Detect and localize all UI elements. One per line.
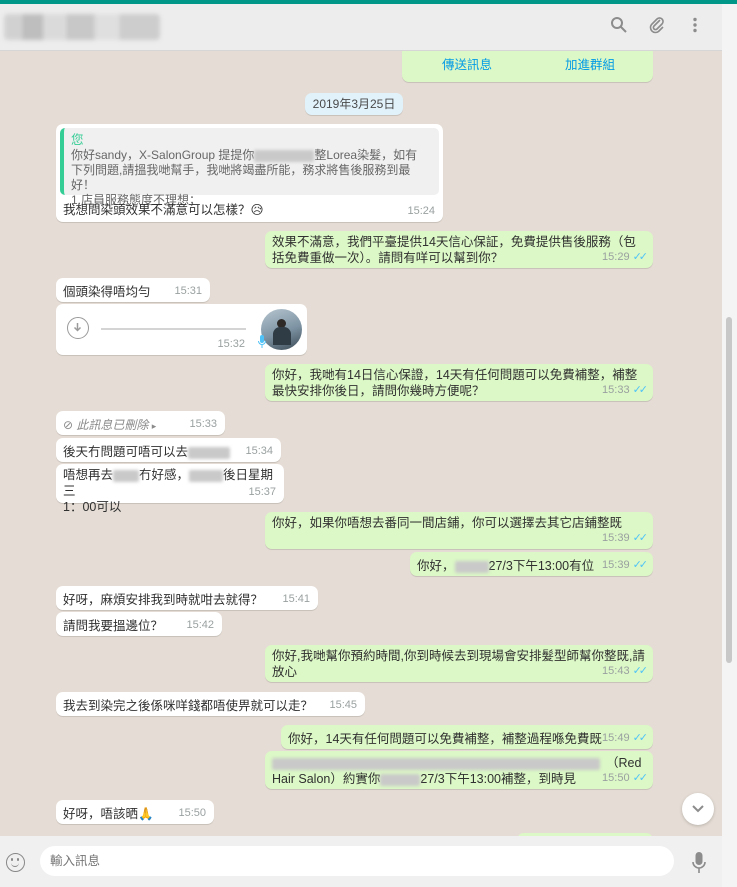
message-text: 此訊息已刪除 xyxy=(76,418,149,432)
microphone-icon[interactable] xyxy=(692,852,706,874)
read-ticks-icon: ✓✓ xyxy=(632,384,649,396)
outgoing-message[interactable]: 你好，如果你唔想去番同一間店鋪，你可以選擇去其它店鋪整既 15:39 ✓✓ xyxy=(265,512,653,549)
message-time: 15:50 xyxy=(178,807,206,819)
incoming-message[interactable]: 好呀，麻煩安排我到時就咁去就得？ 15:41 xyxy=(56,586,318,610)
message-text: 你好,我哋幫你預約時間,你到時候去到現場會安排髮型師幫你整既,請放心 xyxy=(272,649,645,679)
outgoing-message[interactable]: 你好，我哋有14日信心保證，14天有任何問題可以免費補整，補整最快安排你後日，請… xyxy=(265,364,653,401)
read-ticks-icon: ✓✓ xyxy=(632,251,649,263)
message-time: 15:34 xyxy=(245,445,273,457)
message-time: 15:33 xyxy=(602,384,630,396)
message-time: 15:41 xyxy=(282,593,310,605)
scrollbar[interactable] xyxy=(722,4,737,887)
message-text: 後天冇問題可唔可以去 xyxy=(63,444,273,460)
date-divider: 2019年3月25日 xyxy=(305,93,403,115)
message-text: 唔想再去 冇好感， 後日星期三 1：00可以 xyxy=(63,468,274,514)
message-time: 15:31 xyxy=(174,285,202,297)
incoming-message[interactable]: 好呀，唔該晒🙏 15:50 xyxy=(56,800,214,824)
message-time: 15:32 xyxy=(217,338,245,350)
emoji-icon[interactable] xyxy=(6,853,25,872)
voice-message[interactable]: 15:32 xyxy=(56,304,307,355)
message-text: 效果不滿意，我們平臺提供14天信心保証，免費提供售後服務（包括免費重做一次）。請… xyxy=(272,235,636,265)
incoming-message[interactable]: 個頭染得唔均勻 15:31 xyxy=(56,278,210,302)
message-time: 15:24 xyxy=(407,205,435,217)
paperclip-icon[interactable] xyxy=(646,16,668,38)
outgoing-message[interactable]: 你好,我哋幫你預約時間,你到時候去到現場會安排髮型師幫你整既,請放心 15:43… xyxy=(265,645,653,682)
message-time: 15:29 xyxy=(602,251,630,263)
message-text: 你好，如果你唔想去番同一間店鋪，你可以選擇去其它店鋪整既 xyxy=(272,516,623,530)
incoming-message[interactable]: 請問我要搵邊位？ 15:42 xyxy=(56,612,222,636)
chevron-icon: ▸ xyxy=(151,421,157,431)
message-list[interactable]: 傳送訊息 加進群組 2019年3月25日 您 你好sandy，X-SalonGr… xyxy=(0,51,722,836)
outgoing-message[interactable]: 你好，14天有任何問題可以免費補整，補整過程喺免費既 15:49 ✓✓ xyxy=(281,725,653,749)
message-time: 15:42 xyxy=(186,619,214,631)
download-icon[interactable] xyxy=(67,317,89,339)
outgoing-message[interactable]: （Red Hair Salon）約實你 27/3下午13:00補整，到時見 15:… xyxy=(265,751,653,789)
message-time: 15:37 xyxy=(248,486,276,498)
message-time: 15:39 xyxy=(602,532,630,544)
message-text: 我去到染完之後係咪咩錢都唔使畀就可以走？ xyxy=(63,699,314,713)
quote-text: 你好sandy，X-SalonGroup 提提你 整Lorea染髮，如有 下列問題… xyxy=(71,148,418,207)
message-input[interactable] xyxy=(40,846,674,876)
read-ticks-icon: ✓✓ xyxy=(632,559,649,571)
join-group-link[interactable]: 加進群組 xyxy=(565,57,615,73)
deleted-message[interactable]: ⊘ 此訊息已刪除 ▸ 15:33 xyxy=(56,411,225,435)
blocked-icon: ⊘ xyxy=(63,418,74,432)
scroll-down-button[interactable] xyxy=(682,793,714,825)
sender-avatar xyxy=(261,309,302,350)
message-text: 你好，我哋有14日信心保證，14天有任何問題可以免費補整，補整最快安排你後日，請… xyxy=(272,368,638,398)
quote-author: 您 xyxy=(71,133,84,147)
menu-icon[interactable] xyxy=(684,16,706,38)
send-message-link[interactable]: 傳送訊息 xyxy=(442,57,492,73)
composer-bar xyxy=(0,836,722,887)
mic-icon xyxy=(258,335,266,348)
message-time: 15:43 xyxy=(602,665,630,677)
message-time: 15:50 xyxy=(602,772,630,784)
contact-card-actions: 傳送訊息 加進群組 xyxy=(402,51,653,82)
message-text: 你好，14天有任何問題可以免費補整，補整過程喺免費既 xyxy=(288,732,602,746)
incoming-message[interactable]: 後天冇問題可唔可以去 15:34 xyxy=(56,438,281,462)
audio-progress-track[interactable] xyxy=(101,328,246,330)
message-time: 15:39 xyxy=(602,559,630,571)
quoted-message[interactable]: 您 你好sandy，X-SalonGroup 提提你 整Lorea染髮，如有 下列… xyxy=(60,128,439,207)
chat-window: 傳送訊息 加進群組 2019年3月25日 您 你好sandy，X-SalonGr… xyxy=(0,4,722,887)
read-ticks-icon: ✓✓ xyxy=(632,772,649,784)
contact-name-redacted[interactable] xyxy=(4,14,160,40)
scrollbar-thumb[interactable] xyxy=(726,317,732,663)
incoming-message[interactable]: 我去到染完之後係咪咩錢都唔使畀就可以走？ 15:45 xyxy=(56,692,365,716)
message-text: 我想問染頭效果不滿意可以怎樣？😥 xyxy=(63,203,264,217)
outgoing-message[interactable]: 你好， 27/3下午13:00有位 15:39 ✓✓ xyxy=(410,552,653,576)
chat-header xyxy=(0,4,722,51)
chevron-down-icon xyxy=(692,805,704,813)
incoming-message[interactable]: 唔想再去 冇好感， 後日星期三 1：00可以 15:37 xyxy=(56,464,284,514)
message-time: 15:33 xyxy=(189,418,217,430)
outgoing-message[interactable]: 效果不滿意，我們平臺提供14天信心保証，免費提供售後服務（包括免費重做一次）。請… xyxy=(265,231,653,268)
search-icon[interactable] xyxy=(608,16,630,38)
message-text: （Red Hair Salon）約實你 27/3下午13:00補整，到時見 xyxy=(272,756,642,786)
incoming-message[interactable]: 您 你好sandy，X-SalonGroup 提提你 整Lorea染髮，如有 下列… xyxy=(56,124,443,222)
read-ticks-icon: ✓✓ xyxy=(632,665,649,677)
read-ticks-icon: ✓✓ xyxy=(632,732,649,744)
message-text: 好呀，麻煩安排我到時就咁去就得？ xyxy=(63,593,264,607)
message-time: 15:45 xyxy=(329,699,357,711)
message-time: 15:49 xyxy=(602,732,630,744)
read-ticks-icon: ✓✓ xyxy=(632,532,649,544)
